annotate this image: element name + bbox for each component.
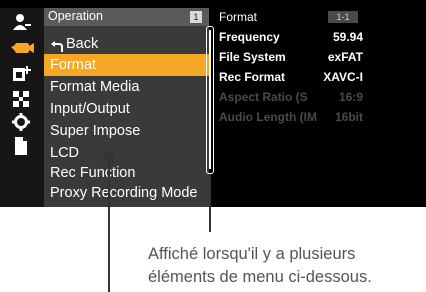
grid-icon[interactable] bbox=[11, 89, 31, 109]
menu-item-label: Format Media bbox=[50, 79, 140, 95]
file-icon[interactable] bbox=[11, 136, 31, 156]
scrollbar-thumb[interactable] bbox=[209, 30, 211, 169]
menu-page-indicator: 1 bbox=[190, 11, 202, 23]
info-value: 16bit bbox=[334, 110, 363, 124]
caption-line-2: éléments de menu ci-dessous. bbox=[148, 268, 372, 286]
info-row-audio-length: Audio Length (IM 16bit bbox=[215, 108, 366, 126]
menu-item-label: Rec Function bbox=[50, 165, 136, 181]
menu-item-label: Format bbox=[50, 57, 96, 73]
caption-line-1: Affiché lorsqu'il y a plusieurs bbox=[148, 245, 356, 263]
menu-item-super-impose[interactable]: Super Impose bbox=[44, 120, 209, 142]
info-key: Rec Format bbox=[219, 70, 286, 84]
menu-list-panel: Operation 1 Back Format Format Media Inp… bbox=[44, 8, 209, 207]
menu-item-input-output[interactable]: Input/Output bbox=[44, 98, 209, 120]
info-key: File System bbox=[219, 50, 286, 64]
info-row-file-system: File System exFAT bbox=[215, 48, 366, 66]
menu-title: Operation bbox=[48, 9, 103, 23]
info-row-rec-format: Rec Format XAVC-I bbox=[215, 68, 366, 86]
menu-item-label: LCD bbox=[50, 145, 80, 161]
info-row-frequency: Frequency 59.94 bbox=[215, 28, 366, 46]
back-label: Back bbox=[66, 36, 99, 52]
menu-item-label: Proxy Recording Mode bbox=[50, 185, 198, 201]
info-key: Frequency bbox=[219, 30, 280, 44]
info-value: 16:9 bbox=[338, 90, 363, 104]
menu-item-label: Super Impose bbox=[50, 123, 141, 139]
info-value: 59.94 bbox=[332, 30, 363, 44]
menu-item-format-media[interactable]: Format Media bbox=[44, 76, 209, 98]
menu-category-bar bbox=[0, 8, 44, 207]
info-value: XAVC-I bbox=[323, 70, 363, 84]
info-key: Aspect Ratio (S bbox=[219, 90, 308, 104]
callout-dot bbox=[104, 152, 114, 162]
camera-menu-screen: Operation 1 Back Format Format Media Inp… bbox=[0, 0, 426, 207]
media-icon[interactable] bbox=[11, 64, 31, 84]
info-page-indicator: 1-1 bbox=[328, 11, 358, 23]
scrollbar[interactable] bbox=[206, 26, 214, 174]
camera-icon[interactable] bbox=[11, 37, 34, 57]
menu-item-label: Input/Output bbox=[50, 101, 130, 117]
back-button[interactable]: Back bbox=[44, 33, 209, 55]
user-icon[interactable] bbox=[11, 12, 31, 32]
menu-item-lcd[interactable]: LCD bbox=[44, 142, 209, 164]
callout-line-scrollbar bbox=[209, 174, 211, 232]
menu-item-format[interactable]: Format bbox=[44, 54, 209, 76]
menu-item-proxy-recording-mode[interactable]: Proxy Recording Mode bbox=[44, 182, 209, 204]
info-header: Format 1-1 bbox=[215, 8, 366, 26]
callout-line-list bbox=[108, 157, 110, 292]
gear-icon[interactable] bbox=[11, 112, 31, 132]
menu-header: Operation 1 bbox=[44, 8, 209, 26]
info-value: exFAT bbox=[327, 50, 363, 64]
settings-info-panel: Format 1-1 Frequency 59.94 File System e… bbox=[215, 8, 366, 207]
info-key: Audio Length (IM bbox=[219, 110, 317, 124]
menu-item-rec-function[interactable]: Rec Function bbox=[44, 162, 209, 184]
info-title: Format bbox=[219, 10, 258, 24]
info-row-aspect-ratio: Aspect Ratio (S 16:9 bbox=[215, 88, 366, 106]
